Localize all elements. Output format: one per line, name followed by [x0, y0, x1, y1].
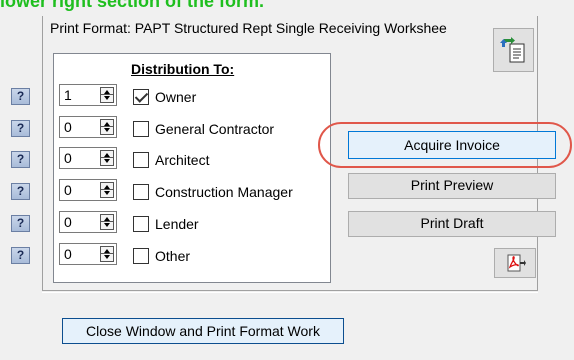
general-contractor-count-stepper[interactable]: 0	[59, 116, 117, 138]
panel-divider	[42, 292, 538, 293]
distribution-title: Distribution To:	[131, 61, 235, 77]
lender-count-stepper[interactable]: 0	[59, 211, 117, 233]
architect-checkbox-row[interactable]: Architect	[133, 150, 209, 170]
pdf-icon	[507, 254, 526, 272]
spin-arrows[interactable]	[100, 182, 114, 198]
document-arrows-icon	[499, 37, 524, 63]
print-preview-button[interactable]: Print Preview	[348, 173, 556, 199]
help-button-lender[interactable]: ?	[11, 215, 30, 232]
construction-manager-label: Construction Manager	[155, 184, 293, 200]
owner-label: Owner	[155, 89, 197, 105]
general-contractor-checkbox-row[interactable]: General Contractor	[133, 119, 274, 139]
count-value: 0	[64, 246, 72, 262]
count-value: 0	[64, 119, 72, 135]
spin-arrows[interactable]	[100, 214, 114, 230]
lender-label: Lender	[155, 216, 199, 232]
caption-text: lower right section of the form.	[0, 0, 265, 11]
help-button-general-contractor[interactable]: ?	[11, 120, 30, 137]
spin-arrows[interactable]	[100, 150, 114, 166]
other-count-stepper[interactable]: 0	[59, 243, 117, 265]
print-format-label: Print Format: PAPT Structured Rept Singl…	[50, 20, 447, 36]
lender-checkbox-row[interactable]: Lender	[133, 214, 199, 234]
count-value: 0	[64, 150, 72, 166]
architect-count-stepper[interactable]: 0	[59, 147, 117, 169]
architect-checkbox[interactable]	[133, 152, 149, 168]
spin-arrows[interactable]	[100, 246, 114, 262]
general-contractor-checkbox[interactable]	[133, 121, 149, 137]
close-window-button[interactable]: Close Window and Print Format Work	[62, 318, 344, 344]
format-selector-button[interactable]	[493, 28, 534, 72]
owner-checkbox-row[interactable]: Owner	[133, 87, 196, 107]
general-contractor-label: General Contractor	[155, 121, 275, 137]
architect-label: Architect	[155, 152, 210, 168]
help-button-other[interactable]: ?	[11, 247, 30, 264]
lender-checkbox[interactable]	[133, 216, 149, 232]
highlight-ring	[318, 122, 572, 168]
count-value: 0	[64, 214, 72, 230]
help-button-architect[interactable]: ?	[11, 151, 30, 168]
owner-checkbox[interactable]	[133, 89, 149, 105]
count-value: 0	[64, 182, 72, 198]
other-checkbox[interactable]	[133, 248, 149, 264]
owner-count-stepper[interactable]: 1	[59, 84, 117, 106]
pdf-button[interactable]	[494, 248, 536, 278]
print-draft-button[interactable]: Print Draft	[348, 211, 556, 237]
construction-manager-count-stepper[interactable]: 0	[59, 179, 117, 201]
spin-arrows[interactable]	[100, 119, 114, 135]
other-checkbox-row[interactable]: Other	[133, 246, 190, 266]
other-label: Other	[155, 248, 191, 264]
spin-arrows[interactable]	[100, 87, 114, 103]
construction-manager-checkbox[interactable]	[133, 184, 149, 200]
help-button-owner[interactable]: ?	[11, 88, 30, 105]
count-value: 1	[64, 87, 72, 103]
construction-manager-checkbox-row[interactable]: Construction Manager	[133, 182, 293, 202]
help-button-construction-manager[interactable]: ?	[11, 183, 30, 200]
